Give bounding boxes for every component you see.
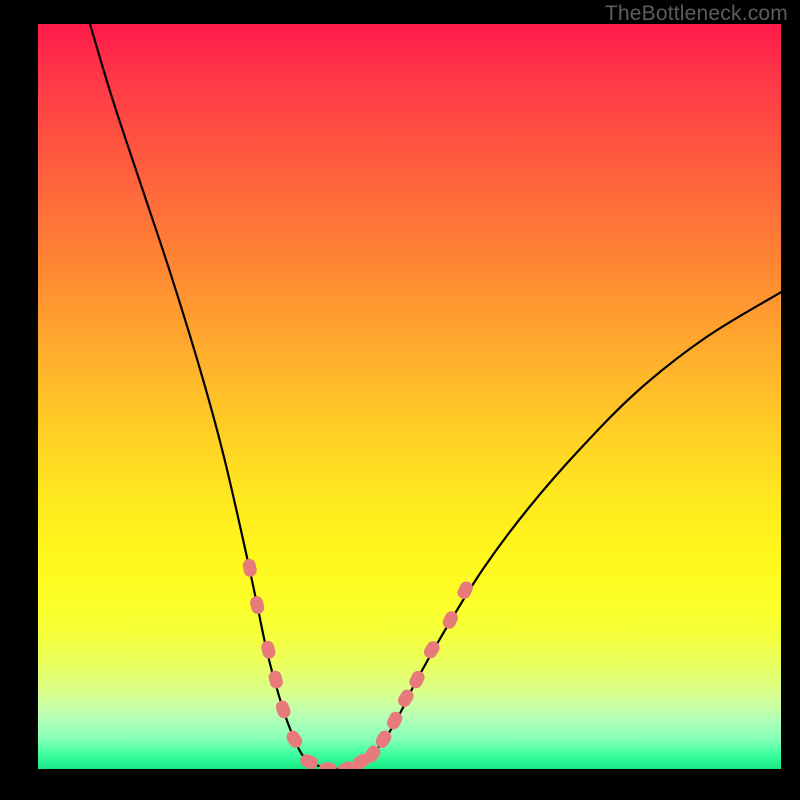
marker-point <box>274 699 292 720</box>
watermark-text: TheBottleneck.com <box>605 2 788 26</box>
marker-point <box>407 669 427 691</box>
marker-point <box>242 558 258 578</box>
valley-curve <box>90 24 781 769</box>
marker-point <box>249 595 266 616</box>
marker-point <box>260 639 277 660</box>
plot-area <box>38 24 781 769</box>
marker-point <box>396 687 416 709</box>
marker-point <box>455 579 475 601</box>
marker-point <box>319 763 337 770</box>
chart-frame: TheBottleneck.com <box>0 0 800 800</box>
marker-point <box>385 710 405 732</box>
marker-point <box>441 609 461 631</box>
bottleneck-curve <box>38 24 781 769</box>
marker-point <box>267 669 284 690</box>
marker-point <box>284 728 305 750</box>
